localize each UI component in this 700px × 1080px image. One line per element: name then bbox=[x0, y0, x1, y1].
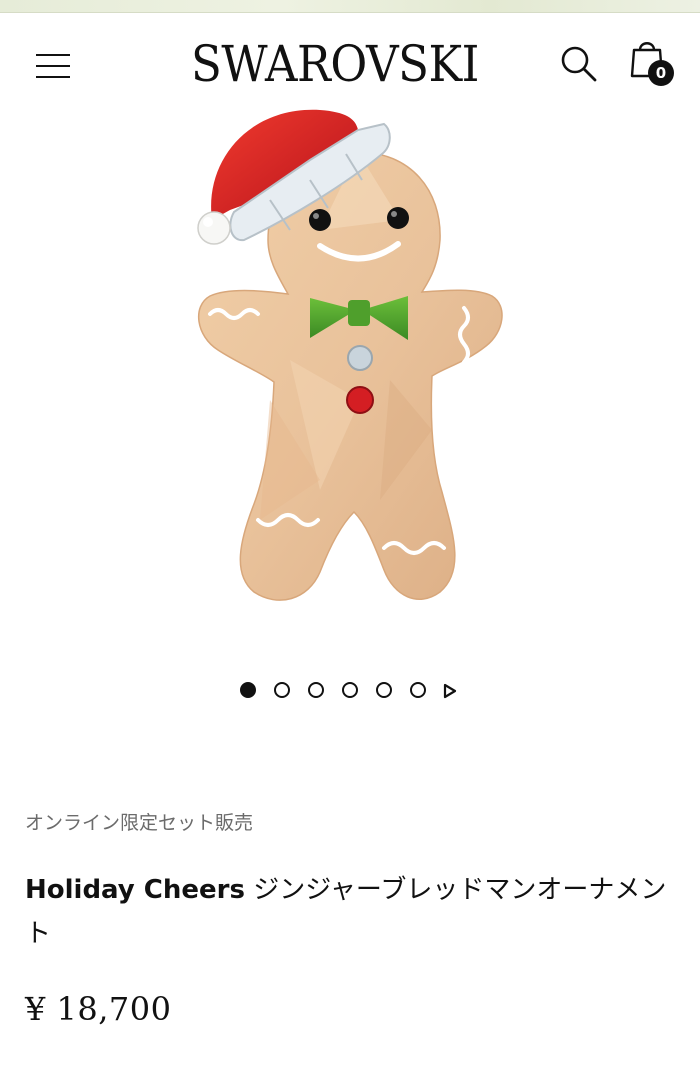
carousel-dot-6[interactable] bbox=[410, 682, 426, 698]
shopping-bag-button[interactable]: 0 bbox=[624, 38, 680, 90]
carousel-dot-1[interactable] bbox=[240, 682, 256, 698]
image-carousel-pagination bbox=[236, 680, 466, 704]
carousel-dot-5[interactable] bbox=[376, 682, 392, 698]
product-price: ¥ 18,700 bbox=[25, 990, 172, 1028]
carousel-dot-3[interactable] bbox=[308, 682, 324, 698]
site-header: SWAROVSKI 0 bbox=[0, 12, 700, 112]
carousel-dot-2[interactable] bbox=[274, 682, 290, 698]
hamburger-menu-icon[interactable] bbox=[36, 54, 72, 79]
carousel-dot-4[interactable] bbox=[342, 682, 358, 698]
search-icon[interactable] bbox=[556, 42, 600, 86]
play-arrow-icon[interactable] bbox=[442, 682, 458, 700]
product-title-brand: Holiday Cheers bbox=[25, 875, 245, 905]
product-image[interactable] bbox=[170, 100, 530, 620]
cart-count-badge: 0 bbox=[648, 60, 674, 86]
product-tag: オンライン限定セット販売 bbox=[25, 812, 254, 834]
product-title: Holiday Cheers ジンジャーブレッドマンオーナメント bbox=[25, 868, 675, 956]
brand-logo[interactable]: SWAROVSKI bbox=[178, 34, 493, 94]
